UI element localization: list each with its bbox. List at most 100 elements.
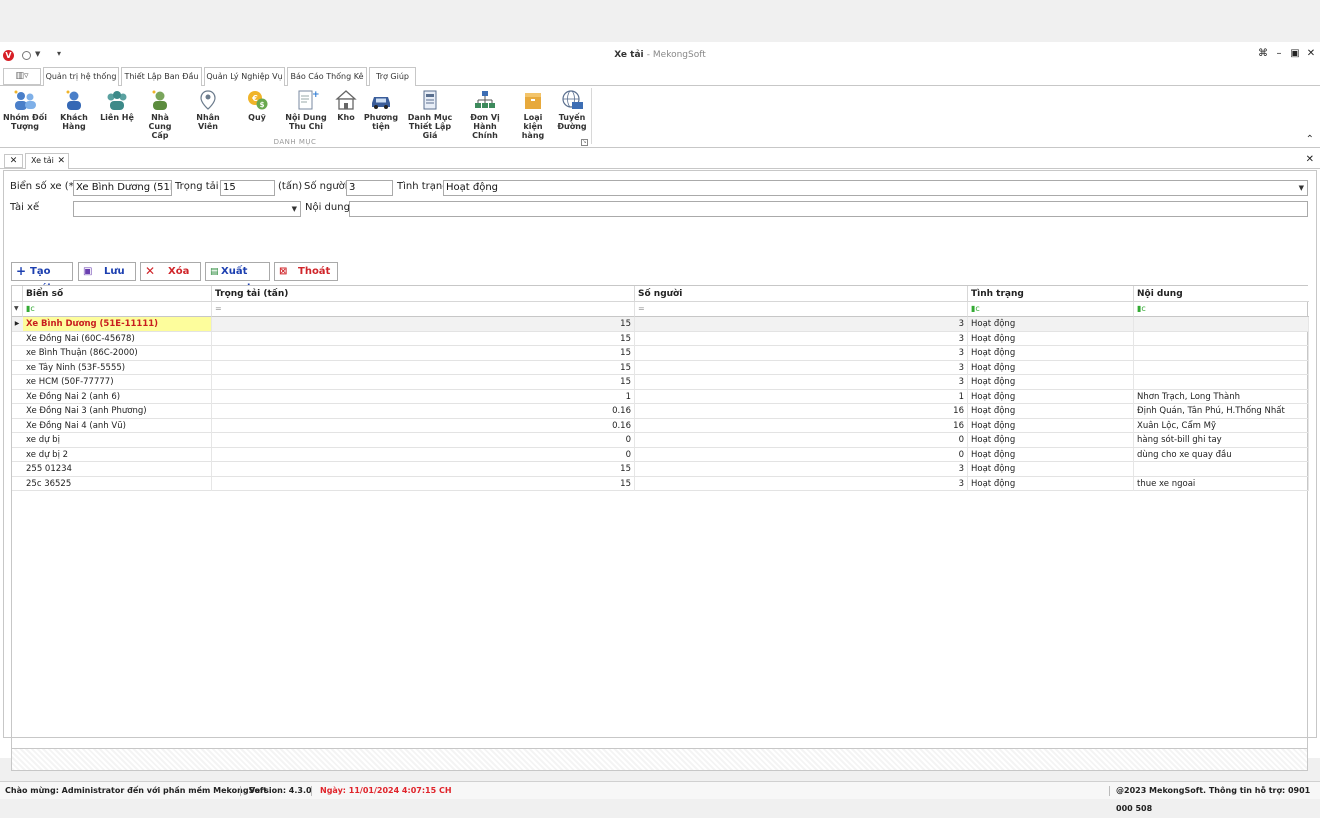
- filter-bien-so[interactable]: ▮c: [23, 302, 212, 317]
- tab-thiet-lap[interactable]: Thiết Lập Ban Đầu: [121, 67, 202, 87]
- cell-tinh-trang[interactable]: Hoạt động: [968, 360, 1134, 375]
- ribbon-nha-cung-cap-button[interactable]: Nhà Cung Cấp: [139, 89, 181, 140]
- cell-noi-dung[interactable]: [1134, 331, 1309, 346]
- cell-so-nguoi[interactable]: 16: [635, 418, 968, 433]
- filter-so-nguoi[interactable]: =: [635, 302, 968, 317]
- col-header-so-nguoi[interactable]: Số người: [635, 286, 968, 302]
- cell-noi-dung[interactable]: dùng cho xe quay đầu: [1134, 447, 1309, 462]
- group-launcher-icon[interactable]: ↘: [581, 139, 588, 146]
- cell-noi-dung[interactable]: Xuân Lộc, Cẩm Mỹ: [1134, 418, 1309, 433]
- table-row[interactable]: Xe Đồng Nai (60C-45678) 15 3 Hoạt động: [12, 331, 1309, 346]
- current-row-indicator-icon[interactable]: ▶: [12, 317, 22, 331]
- close-tab-icon[interactable]: ✕: [4, 154, 23, 168]
- col-header-tinh-trang[interactable]: Tình trạng: [968, 286, 1134, 302]
- cell-so-nguoi[interactable]: 1: [635, 389, 968, 404]
- cell-bien-so[interactable]: xe Tây Ninh (53F-5555): [23, 360, 212, 375]
- table-row[interactable]: 255 01234 15 3 Hoạt động: [12, 462, 1309, 477]
- ribbon-loai-kien-hang-button[interactable]: Loại kiện hàng: [513, 89, 553, 140]
- cell-trong-tai[interactable]: 15: [212, 331, 635, 346]
- ribbon-phuong-tien-button[interactable]: Phương tiện: [363, 89, 399, 131]
- filter-trong-tai[interactable]: =: [212, 302, 635, 317]
- tai-xe-select[interactable]: ▼: [73, 201, 301, 217]
- luu-button[interactable]: ▣ Lưu: [78, 262, 136, 281]
- minimize-button[interactable]: –: [1272, 48, 1286, 59]
- trong-tai-input[interactable]: 15: [220, 180, 275, 196]
- cell-trong-tai[interactable]: 15: [212, 346, 635, 360]
- row-indicator[interactable]: [12, 419, 22, 433]
- row-indicator[interactable]: [12, 390, 22, 404]
- cell-bien-so[interactable]: Xe Đồng Nai 4 (anh Vũ): [23, 418, 212, 433]
- cell-tinh-trang[interactable]: Hoạt động: [968, 418, 1134, 433]
- row-indicator[interactable]: [12, 433, 22, 447]
- cell-so-nguoi[interactable]: 3: [635, 360, 968, 375]
- cell-bien-so[interactable]: 255 01234: [23, 462, 212, 476]
- cell-tinh-trang[interactable]: Hoạt động: [968, 476, 1134, 491]
- cell-tinh-trang[interactable]: Hoạt động: [968, 331, 1134, 346]
- cell-so-nguoi[interactable]: 3: [635, 462, 968, 476]
- row-indicator[interactable]: [12, 332, 22, 346]
- cell-tinh-trang[interactable]: Hoạt động: [968, 346, 1134, 360]
- cell-bien-so[interactable]: xe dự bị 2: [23, 447, 212, 462]
- cell-noi-dung[interactable]: [1134, 360, 1309, 375]
- cell-trong-tai[interactable]: 0: [212, 433, 635, 447]
- cell-so-nguoi[interactable]: 16: [635, 404, 968, 418]
- cell-so-nguoi[interactable]: 0: [635, 447, 968, 462]
- restore-layout-icon[interactable]: ⌘: [1256, 48, 1270, 59]
- cell-noi-dung[interactable]: Nhơn Trạch, Long Thành: [1134, 389, 1309, 404]
- close-window-button[interactable]: ✕: [1304, 48, 1318, 59]
- row-indicator[interactable]: [12, 404, 22, 418]
- tab-quan-tri[interactable]: Quản trị hệ thống: [43, 67, 119, 86]
- row-indicator[interactable]: [12, 462, 22, 476]
- col-header-bien-so[interactable]: Biển số: [23, 286, 212, 302]
- col-header-noi-dung[interactable]: Nội dung: [1134, 286, 1309, 302]
- cell-noi-dung[interactable]: thue xe ngoai: [1134, 476, 1309, 491]
- cell-trong-tai[interactable]: 1: [212, 389, 635, 404]
- cell-trong-tai[interactable]: 0.16: [212, 404, 635, 418]
- ribbon-don-vi-hanh-chinh-button[interactable]: Đơn Vị Hành Chính: [462, 89, 508, 140]
- filter-tinh-trang[interactable]: ▮c: [968, 302, 1134, 317]
- thoat-button[interactable]: ⊠ Thoát: [274, 262, 338, 281]
- so-nguoi-input[interactable]: 3: [346, 180, 393, 196]
- cell-tinh-trang[interactable]: Hoạt động: [968, 317, 1134, 331]
- cell-tinh-trang[interactable]: Hoạt động: [968, 433, 1134, 447]
- ribbon-lien-he-button[interactable]: Liên Hệ: [99, 89, 135, 122]
- cell-bien-so[interactable]: xe dự bị: [23, 433, 212, 447]
- table-row[interactable]: xe dự bị 0 0 Hoạt động hàng sót-bill ghi tay: [12, 433, 1309, 448]
- row-indicator[interactable]: [12, 346, 22, 360]
- row-indicator[interactable]: [12, 477, 22, 491]
- cell-trong-tai[interactable]: 15: [212, 375, 635, 389]
- table-row[interactable]: xe HCM (50F-77777) 15 3 Hoạt động: [12, 375, 1309, 390]
- cell-tinh-trang[interactable]: Hoạt động: [968, 462, 1134, 476]
- filter-noi-dung[interactable]: ▮c: [1134, 302, 1309, 317]
- ribbon-danh-muc-gia-button[interactable]: Danh Mục Thiết Lập Giá: [403, 89, 457, 140]
- table-row[interactable]: Xe Đồng Nai 3 (anh Phương) 0.16 16 Hoạt độn…: [12, 404, 1309, 419]
- ribbon-nhan-vien-button[interactable]: Nhân Viên: [187, 89, 229, 131]
- col-header-trong-tai[interactable]: Trọng tải (tấn): [212, 286, 635, 302]
- row-indicator[interactable]: [12, 375, 22, 389]
- xuat-excel-button[interactable]: ▤Xuất excel: [205, 262, 270, 294]
- cell-trong-tai[interactable]: 0.16: [212, 418, 635, 433]
- close-all-tabs-icon[interactable]: ✕: [1306, 154, 1314, 165]
- cell-noi-dung[interactable]: [1134, 346, 1309, 360]
- ribbon-nhom-doi-tuong-button[interactable]: Nhóm Đối Tượng: [3, 89, 47, 131]
- ribbon-kho-button[interactable]: Kho: [333, 89, 359, 122]
- chevron-down-icon[interactable]: ▼: [292, 202, 297, 216]
- table-row[interactable]: 25c 36525 15 3 Hoạt động thue xe ngoai: [12, 476, 1309, 491]
- cell-noi-dung[interactable]: Định Quán, Tân Phú, H.Thống Nhất: [1134, 404, 1309, 418]
- cell-trong-tai[interactable]: 15: [212, 360, 635, 375]
- tab-quan-ly[interactable]: Quản Lý Nghiệp Vụ: [204, 67, 285, 86]
- cell-noi-dung[interactable]: [1134, 317, 1309, 331]
- chevron-down-icon[interactable]: ▼: [1299, 181, 1304, 195]
- cell-tinh-trang[interactable]: Hoạt động: [968, 375, 1134, 389]
- row-indicator[interactable]: [12, 361, 22, 375]
- cell-trong-tai[interactable]: 15: [212, 462, 635, 476]
- cell-so-nguoi[interactable]: 3: [635, 331, 968, 346]
- cell-trong-tai[interactable]: 15: [212, 317, 635, 331]
- tab-xe-tai[interactable]: Xe tải ✕: [25, 153, 69, 169]
- tab-tro-giup[interactable]: Trợ Giúp: [369, 67, 416, 86]
- cell-bien-so[interactable]: xe Bình Thuận (86C-2000): [23, 346, 212, 360]
- cell-so-nguoi[interactable]: 3: [635, 346, 968, 360]
- ribbon-quy-button[interactable]: € $ Quỹ: [241, 89, 273, 122]
- cell-bien-so[interactable]: xe HCM (50F-77777): [23, 375, 212, 389]
- tinh-trang-select[interactable]: Hoạt động ▼: [443, 180, 1308, 196]
